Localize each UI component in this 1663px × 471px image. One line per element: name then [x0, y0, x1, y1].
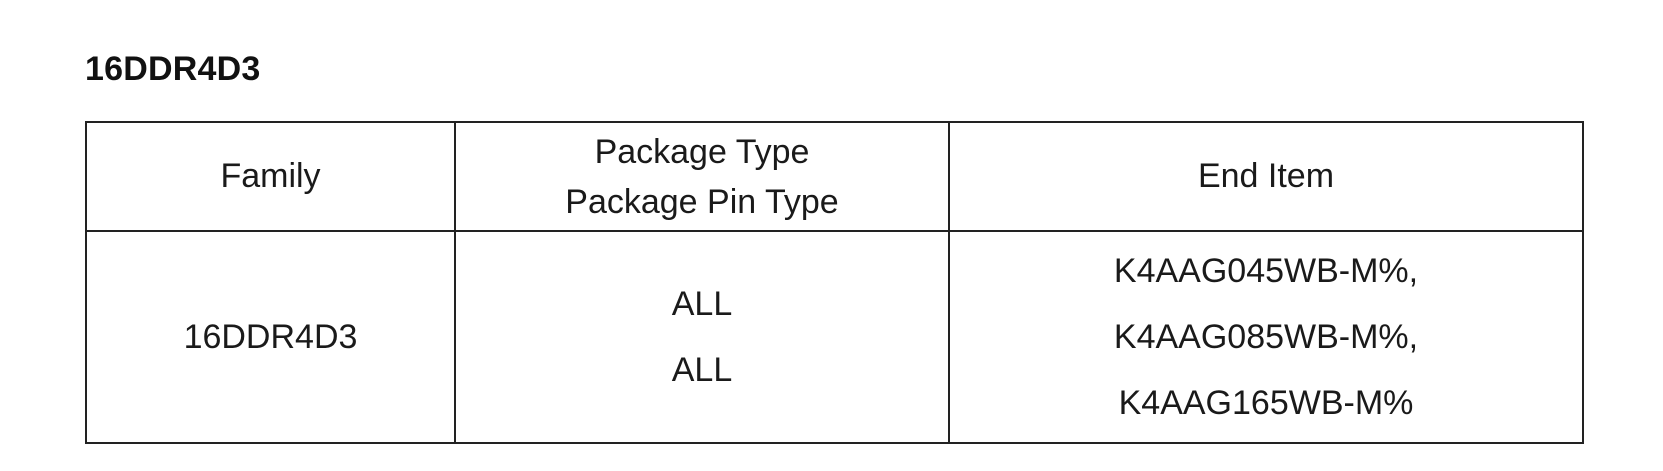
- end-item-entry: K4AAG085WB-M%,: [1113, 318, 1419, 356]
- table-row: 16DDR4D3 ALL ALL K4AAG045WB-M%, K4AAG085…: [85, 230, 1584, 444]
- section-title: 16DDR4D3: [85, 50, 261, 88]
- end-item-entry: K4AAG165WB-M%: [1118, 384, 1414, 422]
- column-header-package: Package Type Package Pin Type: [454, 121, 950, 232]
- cell-package-type: ALL: [671, 285, 733, 323]
- cell-package: ALL ALL: [454, 230, 950, 444]
- column-header-package-pin-type: Package Pin Type: [565, 182, 839, 221]
- column-header-family: Family: [85, 121, 456, 232]
- table-header-row: Family Package Type Package Pin Type End…: [85, 121, 1584, 232]
- cell-package-pin-type: ALL: [671, 351, 733, 389]
- spec-table: Family Package Type Package Pin Type End…: [85, 121, 1584, 444]
- cell-family: 16DDR4D3: [85, 230, 456, 444]
- cell-end-item: K4AAG045WB-M%, K4AAG085WB-M%, K4AAG165WB…: [948, 230, 1584, 444]
- column-header-package-type: Package Type: [594, 132, 810, 171]
- end-item-entry: K4AAG045WB-M%,: [1113, 252, 1419, 290]
- column-header-end-item: End Item: [948, 121, 1584, 232]
